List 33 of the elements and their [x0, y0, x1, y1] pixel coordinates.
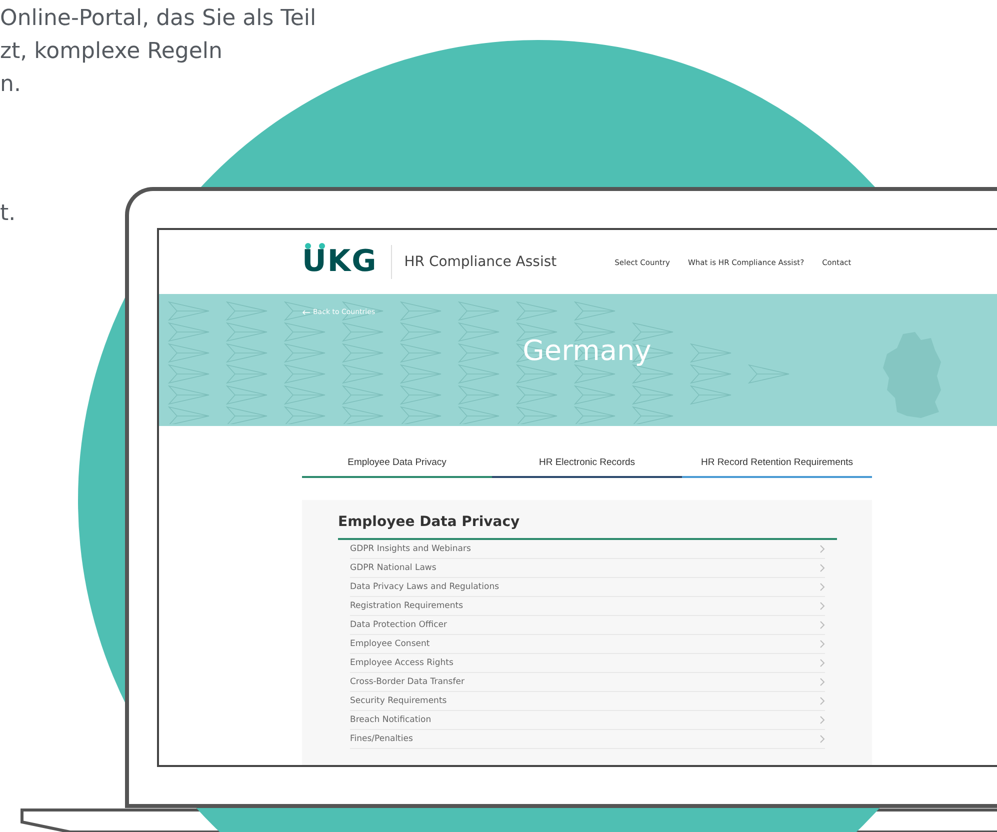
panel-heading: Employee Data Privacy	[338, 514, 837, 540]
chevron-icon	[820, 545, 825, 553]
intro-text-fragment: t.	[0, 200, 16, 228]
chevron-icon	[820, 735, 825, 743]
chevron-icon	[820, 716, 825, 724]
list-item[interactable]: GDPR National Laws	[350, 559, 825, 578]
chevron-icon	[820, 640, 825, 648]
list-item[interactable]: GDPR Insights and Webinars	[350, 540, 825, 559]
list-item[interactable]: Employee Access Rights	[350, 654, 825, 673]
left-arrow-icon	[302, 310, 310, 314]
chevron-icon	[820, 564, 825, 572]
chevron-icon	[820, 697, 825, 705]
list-item[interactable]: Fines/Penalties	[350, 730, 825, 749]
country-heading: Germany	[522, 334, 652, 367]
intro-text-line: zt, komplexe Regeln	[0, 38, 222, 66]
chevron-icon	[820, 659, 825, 667]
list-item[interactable]: Data Privacy Laws and Regulations	[350, 578, 825, 597]
list-item[interactable]: Breach Notification	[350, 711, 825, 730]
site-title: HR Compliance Assist	[404, 254, 557, 270]
chevron-icon	[820, 583, 825, 591]
tab[interactable]: HR Electronic Records	[492, 457, 682, 478]
list-item[interactable]: Registration Requirements	[350, 597, 825, 616]
list-item[interactable]: Cross-Border Data Transfer	[350, 673, 825, 692]
intro-text-line: n.	[0, 71, 21, 99]
intro-text-line: Online-Portal, das Sie als Teil	[0, 5, 316, 33]
chevron-icon	[820, 602, 825, 610]
list-item[interactable]: Security Requirements	[350, 692, 825, 711]
tab[interactable]: HR Record Retention Requirements	[682, 457, 872, 478]
list-item[interactable]: Employee Consent	[350, 635, 825, 654]
list-item[interactable]: Data Protection Officer	[350, 616, 825, 635]
tab[interactable]: Employee Data Privacy	[302, 457, 492, 478]
chevron-icon	[820, 678, 825, 686]
chevron-icon	[820, 621, 825, 629]
